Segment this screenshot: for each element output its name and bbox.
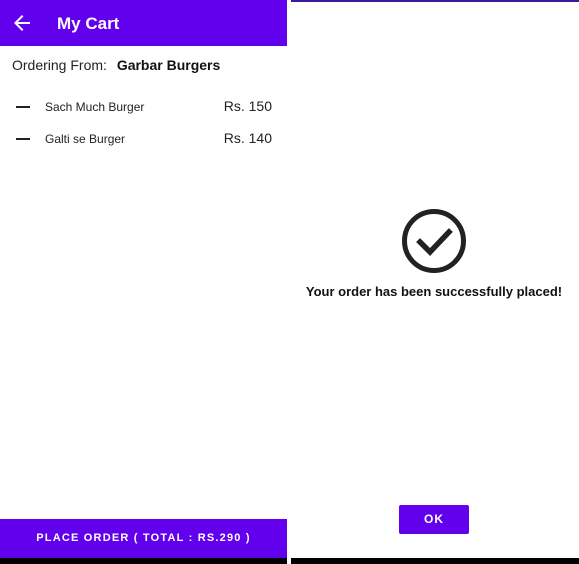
page-title: My Cart <box>57 14 120 33</box>
cart-item-price: Rs. 140 <box>223 130 272 146</box>
ordering-from: Ordering From: Garbar Burgers <box>12 56 220 74</box>
cart-item-name: Sach Much Burger <box>45 100 145 114</box>
app-bar: My Cart <box>0 0 287 46</box>
remove-item-icon[interactable] <box>16 106 30 108</box>
cart-item: Sach Much Burger Rs. 150 <box>0 95 287 119</box>
remove-item-icon[interactable] <box>16 138 30 140</box>
system-nav-bar <box>0 558 287 564</box>
success-message: Your order has been successfully placed! <box>305 284 563 299</box>
ordering-from-label: Ordering From: <box>12 57 107 73</box>
restaurant-name: Garbar Burgers <box>116 57 221 73</box>
app-root: My Cart Ordering From: Garbar Burgers Sa… <box>0 0 579 564</box>
cart-item-price: Rs. 150 <box>223 98 272 114</box>
arrow-left-icon <box>14 15 30 31</box>
back-button[interactable] <box>10 11 34 35</box>
system-nav-bar <box>291 558 579 564</box>
top-edge <box>291 0 579 2</box>
ok-button[interactable]: OK <box>399 505 469 534</box>
cart-item: Galti se Burger Rs. 140 <box>0 127 287 151</box>
check-circle-icon <box>400 207 468 275</box>
order-success-screen: Your order has been successfully placed!… <box>291 0 579 564</box>
place-order-button[interactable]: PLACE ORDER ( TOTAL : RS.290 ) <box>0 519 287 558</box>
cart-screen: My Cart Ordering From: Garbar Burgers Sa… <box>0 0 287 564</box>
cart-item-name: Galti se Burger <box>45 132 126 146</box>
